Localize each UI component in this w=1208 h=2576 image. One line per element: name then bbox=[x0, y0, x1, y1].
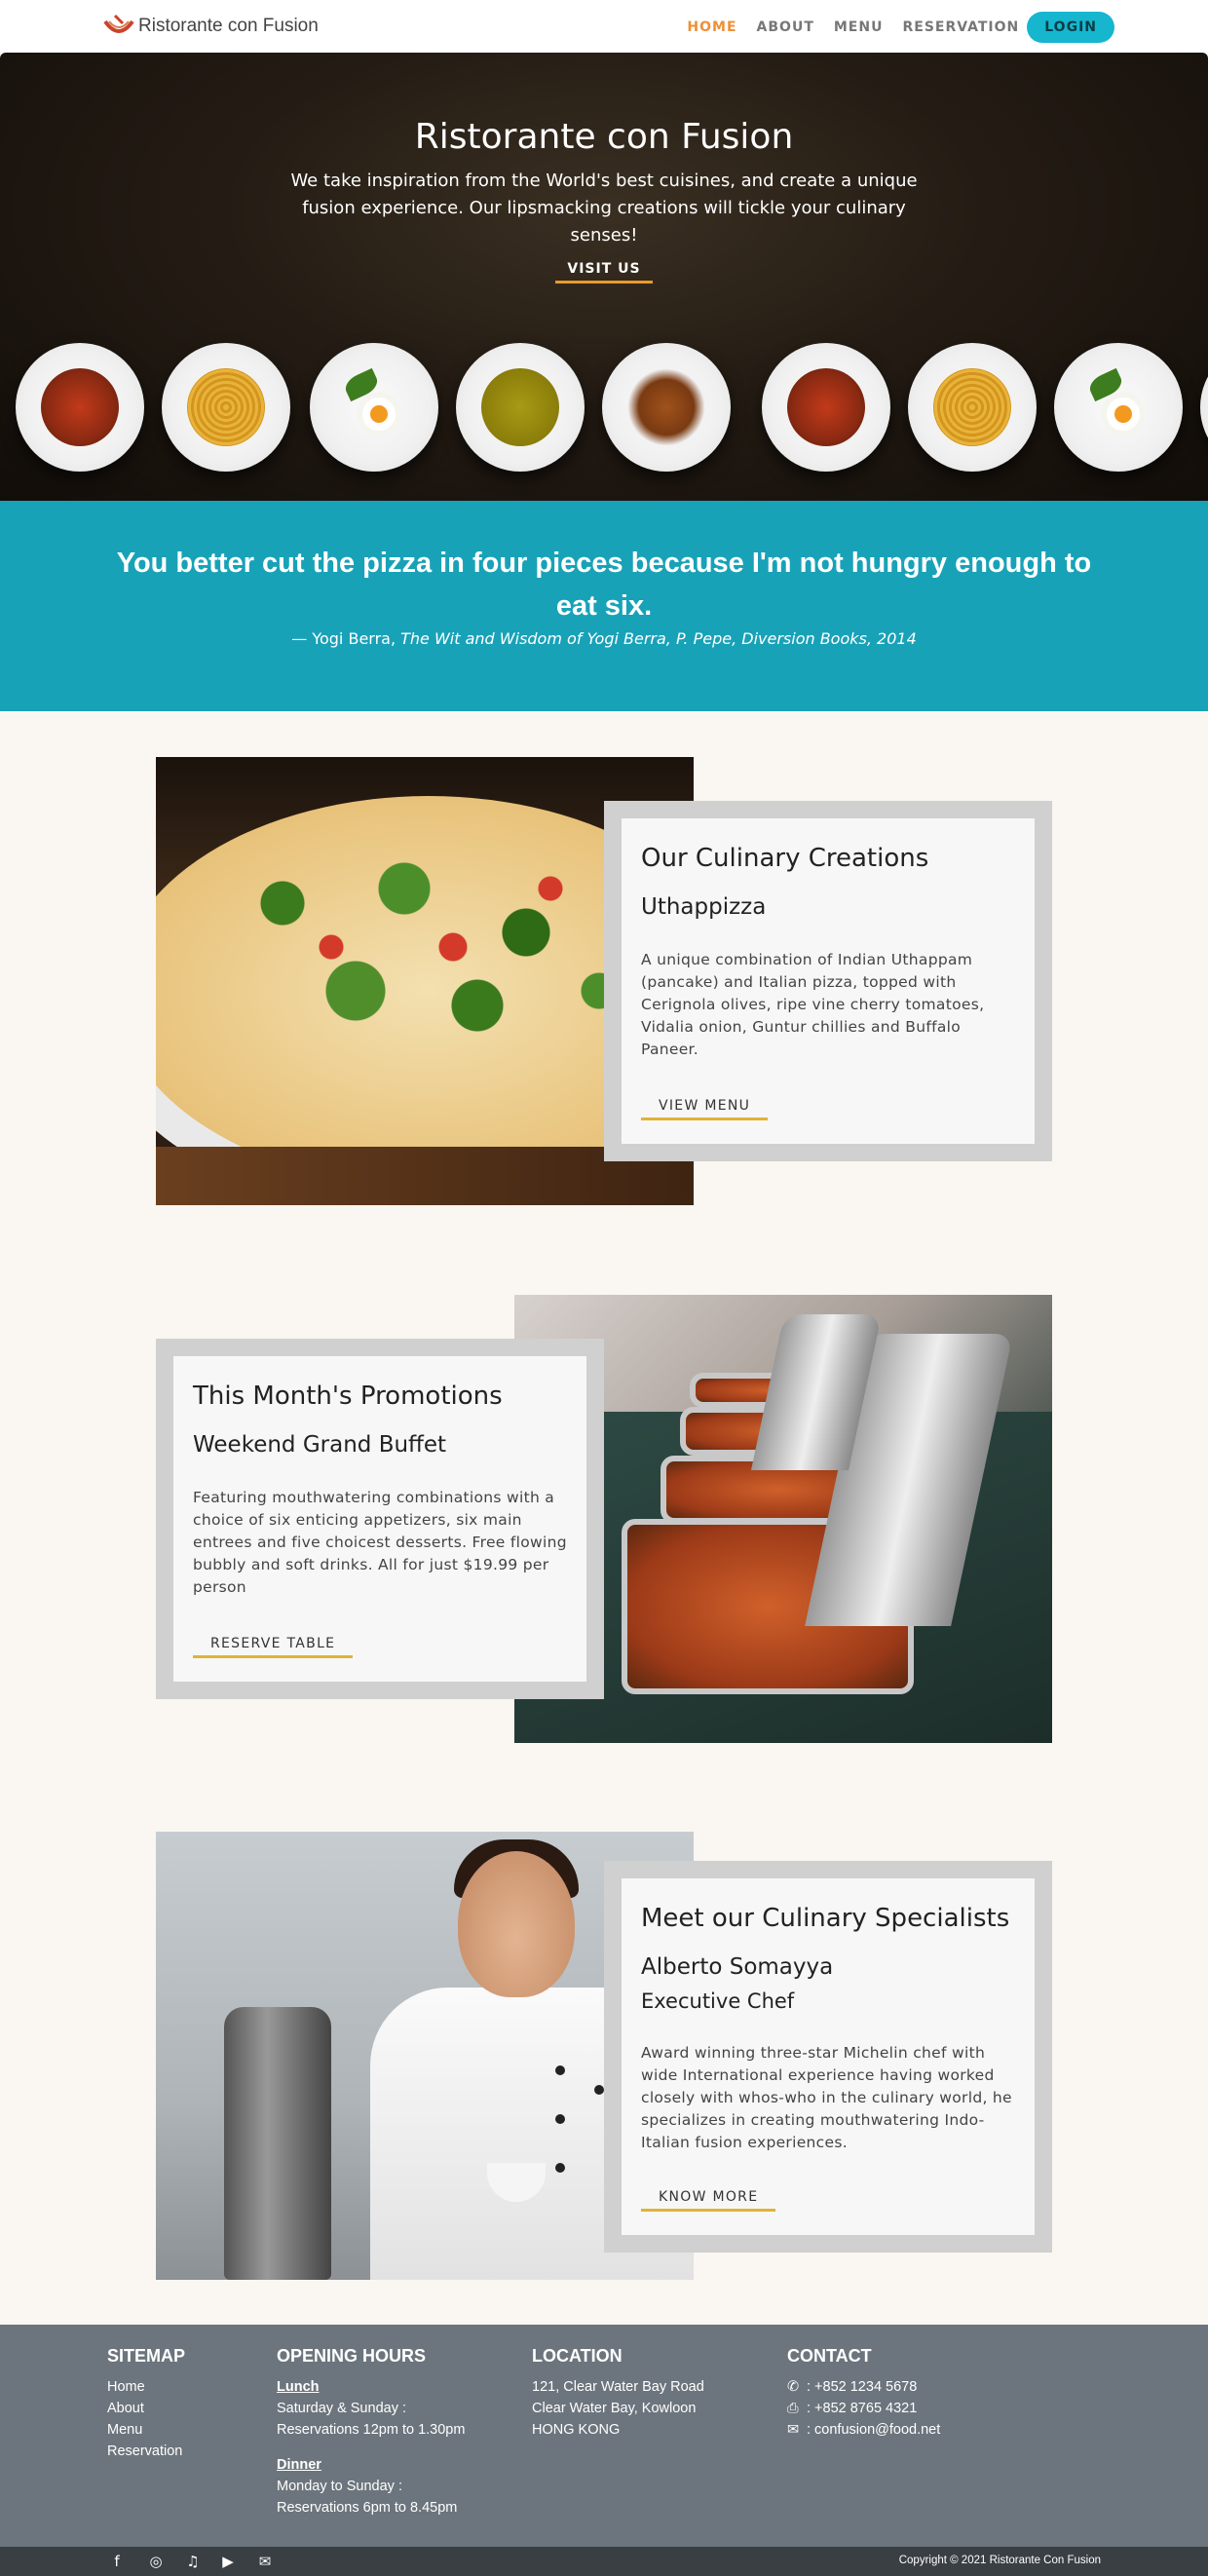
leader-name: Alberto Somayya bbox=[641, 1954, 834, 1980]
facebook-icon[interactable]: f bbox=[107, 2553, 127, 2570]
footer: SITEMAP Home About Menu Reservation OPEN… bbox=[0, 2325, 1208, 2547]
dinner-label: Dinner bbox=[277, 2457, 321, 2473]
dish-plate bbox=[456, 343, 585, 472]
contact-phone: ✆ : +852 1234 5678 bbox=[787, 2376, 940, 2398]
footer-contact: CONTACT ✆ : +852 1234 5678 ⎙ : +852 8765 4… bbox=[787, 2346, 940, 2441]
footer-location: LOCATION 121, Clear Water Bay Road Clear… bbox=[532, 2346, 704, 2441]
mail-icon[interactable]: ✉ bbox=[255, 2553, 275, 2570]
fax-icon: ⎙ bbox=[787, 2401, 799, 2416]
lunch-label: Lunch bbox=[277, 2379, 320, 2395]
sitemap-heading: SITEMAP bbox=[107, 2346, 186, 2366]
youtube-icon[interactable]: ▶ bbox=[218, 2553, 238, 2570]
promotion-card: This Month's Promotions Weekend Grand Bu… bbox=[156, 1339, 604, 1699]
location-heading: LOCATION bbox=[532, 2346, 623, 2366]
footer-sitemap: SITEMAP Home About Menu Reservation bbox=[107, 2346, 185, 2462]
nav-reservation[interactable]: RESERVATION bbox=[902, 19, 1019, 35]
email-address[interactable]: : confusion@food.net bbox=[807, 2422, 940, 2438]
brand-logo-icon bbox=[103, 14, 134, 33]
quote-author: — Yogi Berra, bbox=[291, 629, 401, 648]
dish-plate bbox=[908, 343, 1037, 472]
nav-links: HOME ABOUT MENU RESERVATION LOGIN bbox=[667, 12, 1114, 43]
dish-name: Uthappizza bbox=[641, 894, 767, 920]
dish-plate bbox=[162, 343, 290, 472]
hero-title: Ristorante con Fusion bbox=[414, 117, 794, 157]
dish-plate bbox=[602, 343, 731, 472]
twitter-icon[interactable]: ♫ bbox=[183, 2553, 203, 2570]
dish-plate bbox=[1054, 343, 1183, 472]
contact-heading: CONTACT bbox=[787, 2346, 872, 2366]
nav-home[interactable]: HOME bbox=[687, 19, 736, 35]
leader-card: Meet our Culinary Specialists Alberto So… bbox=[604, 1861, 1052, 2253]
leader-description: Award winning three-star Michelin chef w… bbox=[641, 2044, 1012, 2151]
copyright: Copyright © 2021 Ristorante Con Fusion bbox=[898, 2555, 1101, 2566]
footer-hours: OPENING HOURS Lunch Saturday & Sunday : … bbox=[277, 2346, 465, 2519]
hours-heading: OPENING HOURS bbox=[277, 2346, 427, 2366]
leader-section-title: Meet our Culinary Specialists bbox=[641, 1904, 1010, 1933]
dish-plate bbox=[16, 343, 144, 472]
footer-link-home[interactable]: Home bbox=[107, 2376, 185, 2398]
brand-name: Ristorante con Fusion bbox=[138, 16, 319, 36]
dish-description: A unique combination of Indian Uthappam … bbox=[641, 951, 985, 1058]
lunch-days: Saturday & Sunday : bbox=[277, 2401, 406, 2416]
phone-number: : +852 1234 5678 bbox=[807, 2379, 918, 2395]
dish-card: Our Culinary Creations Uthappizza A uniq… bbox=[604, 801, 1052, 1161]
dish-plate bbox=[310, 343, 438, 472]
promotion-section-title: This Month's Promotions bbox=[193, 1382, 503, 1411]
hero-text: We take inspiration from the World's bes… bbox=[290, 170, 918, 246]
promotion-name: Weekend Grand Buffet bbox=[193, 1432, 447, 1458]
reserve-table-button[interactable]: RESERVE TABLE bbox=[193, 1636, 354, 1658]
contact-email[interactable]: ✉ : confusion@food.net bbox=[787, 2419, 940, 2441]
leader-designation: Executive Chef bbox=[641, 1989, 795, 2013]
address-line: HONG KONG bbox=[532, 2422, 621, 2438]
quote-text: You better cut the pizza in four pieces … bbox=[116, 548, 1092, 622]
footer-link-about[interactable]: About bbox=[107, 2398, 185, 2419]
know-more-button[interactable]: KNOW MORE bbox=[641, 2189, 776, 2212]
quote-citation: — Yogi Berra, The Wit and Wisdom of Yogi… bbox=[0, 629, 1208, 648]
address-line: 121, Clear Water Bay Road bbox=[532, 2379, 704, 2395]
nav-about[interactable]: ABOUT bbox=[757, 19, 814, 35]
visit-us-button[interactable]: VISIT US bbox=[555, 261, 653, 284]
navbar: Ristorante con Fusion HOME ABOUT MENU RE… bbox=[0, 0, 1208, 53]
address-line: Clear Water Bay, Kowloon bbox=[532, 2401, 697, 2416]
lunch-time: Reservations 12pm to 1.30pm bbox=[277, 2422, 466, 2438]
dish-plate bbox=[1200, 343, 1208, 472]
dinner-days: Monday to Sunday : bbox=[277, 2479, 402, 2494]
instagram-icon[interactable]: ◎ bbox=[146, 2553, 166, 2570]
quote-band: You better cut the pizza in four pieces … bbox=[0, 501, 1208, 711]
hero-banner: Ristorante con Fusion We take inspiratio… bbox=[0, 53, 1208, 501]
promotion-description: Featuring mouthwatering combinations wit… bbox=[193, 1489, 567, 1596]
dish-plate bbox=[762, 343, 890, 472]
footer-bottom-bar: f ◎ ♫ ▶ ✉ Copyright © 2021 Ristorante Co… bbox=[0, 2547, 1208, 2576]
footer-link-menu[interactable]: Menu bbox=[107, 2419, 185, 2441]
phone-icon: ✆ bbox=[787, 2379, 800, 2395]
quote-source: The Wit and Wisdom of Yogi Berra, P. Pep… bbox=[400, 629, 917, 648]
login-button[interactable]: LOGIN bbox=[1027, 12, 1114, 43]
nav-menu[interactable]: MENU bbox=[834, 19, 884, 35]
footer-link-reservation[interactable]: Reservation bbox=[107, 2441, 185, 2462]
envelope-icon: ✉ bbox=[787, 2422, 800, 2438]
brand[interactable]: Ristorante con Fusion bbox=[101, 12, 319, 41]
fax-number: : +852 8765 4321 bbox=[807, 2401, 918, 2416]
contact-fax: ⎙ : +852 8765 4321 bbox=[787, 2398, 940, 2419]
dish-section-title: Our Culinary Creations bbox=[641, 844, 929, 873]
view-menu-button[interactable]: VIEW MENU bbox=[641, 1098, 769, 1120]
dinner-time: Reservations 6pm to 8.45pm bbox=[277, 2500, 458, 2516]
